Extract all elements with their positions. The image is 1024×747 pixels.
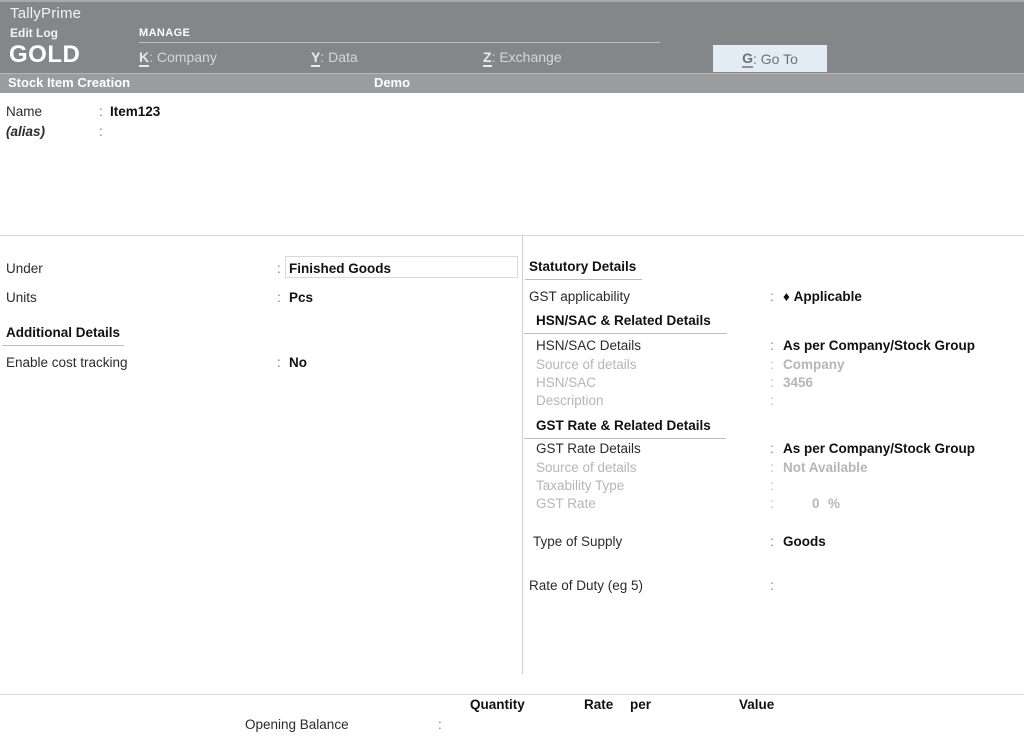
menu-group-manage: MANAGE <box>139 27 190 39</box>
menu-hotkey-z: Z <box>483 49 492 67</box>
additional-details-header: Additional Details <box>6 325 120 340</box>
hsn-code-colon: : <box>770 375 774 390</box>
statutory-details-header: Statutory Details <box>529 259 636 274</box>
rate-of-duty-label: Rate of Duty (eg 5) <box>529 578 643 593</box>
rate-of-duty-colon: : <box>770 578 774 593</box>
gst-applicability-text: Applicable <box>794 289 862 304</box>
gst-rate-source-label: Source of details <box>536 460 637 475</box>
hsn-description-colon: : <box>770 393 774 408</box>
taxability-type-colon: : <box>770 478 774 493</box>
gst-rate-section-underline <box>524 438 726 439</box>
hsn-code-label: HSN/SAC <box>536 375 596 390</box>
hsn-description-label: Description <box>536 393 604 408</box>
column-header-per: per <box>630 697 651 712</box>
menu-sep-k: : <box>149 49 153 65</box>
menu-item-exchange[interactable]: Z: Exchange <box>483 49 562 65</box>
cost-tracking-label: Enable cost tracking <box>6 355 128 370</box>
type-of-supply-value[interactable]: Goods <box>783 534 826 549</box>
pane-vertical-divider <box>522 235 523 674</box>
under-field-colon: : <box>277 261 281 276</box>
opening-balance-label: Opening Balance <box>245 717 349 732</box>
menu-hotkey-y: Y <box>311 49 320 67</box>
opening-balance-colon: : <box>438 717 442 732</box>
units-field-value[interactable]: Pcs <box>289 290 313 305</box>
hsn-code-value: 3456 <box>783 375 813 390</box>
gst-applicability-value[interactable]: ♦ Applicable <box>783 289 862 304</box>
license-label: GOLD <box>9 43 80 67</box>
hsn-source-label: Source of details <box>536 357 637 372</box>
menu-item-data[interactable]: Y: Data <box>311 49 358 65</box>
alias-field-colon: : <box>99 124 103 139</box>
gst-rate-details-colon: : <box>770 441 774 456</box>
name-field-label: Name <box>6 104 42 119</box>
menu-item-company[interactable]: K: Company <box>139 49 217 65</box>
goto-sep: : <box>753 51 757 67</box>
menu-label-company: Company <box>157 49 217 65</box>
hsn-details-colon: : <box>770 338 774 353</box>
screen-title-bar: Stock Item Creation Demo <box>0 73 1024 93</box>
goto-label: Go To <box>761 51 798 67</box>
name-field-colon: : <box>99 104 103 119</box>
hsn-sac-section-header: HSN/SAC & Related Details <box>536 313 711 328</box>
menu-group-underline <box>139 42 660 43</box>
gst-rate-details-label: GST Rate Details <box>536 441 641 456</box>
tallyprime-window: TallyPrime Edit Log GOLD MANAGE K: Compa… <box>0 0 1024 747</box>
gst-applicability-colon: : <box>770 289 774 304</box>
edition-label: Edit Log <box>10 26 58 40</box>
alias-field-label: (alias) <box>6 124 45 139</box>
column-header-quantity: Quantity <box>470 697 525 712</box>
under-field-value[interactable]: Finished Goods <box>289 261 391 276</box>
company-name-label: Demo <box>0 75 1024 90</box>
gst-rate-details-value[interactable]: As per Company/Stock Group <box>783 441 975 456</box>
menu-hotkey-k: K <box>139 49 149 67</box>
name-field-input[interactable]: Item123 <box>110 104 160 119</box>
bottom-separator-line <box>0 694 1024 695</box>
type-of-supply-label: Type of Supply <box>533 534 622 549</box>
hsn-source-colon: : <box>770 357 774 372</box>
gst-rate-section-header: GST Rate & Related Details <box>536 418 711 433</box>
column-header-value: Value <box>739 697 774 712</box>
gst-rate-source-value: Not Available <box>783 460 868 475</box>
menu-sep-y: : <box>320 49 324 65</box>
menu-sep-z: : <box>492 49 496 65</box>
top-header-bar: TallyPrime Edit Log GOLD MANAGE K: Compa… <box>0 0 1024 73</box>
hsn-details-label: HSN/SAC Details <box>536 338 641 353</box>
units-field-colon: : <box>277 290 281 305</box>
column-header-rate: Rate <box>584 697 613 712</box>
go-to-button[interactable]: G: Go To <box>713 45 827 72</box>
main-separator-line <box>0 235 1024 236</box>
under-field-label: Under <box>6 261 43 276</box>
menu-label-data: Data <box>328 49 358 65</box>
form-body: Name : Item123 (alias) : Under : Finishe… <box>0 93 1024 747</box>
type-of-supply-colon: : <box>770 534 774 549</box>
additional-details-underline <box>2 345 124 346</box>
goto-hotkey-g: G <box>742 50 753 68</box>
menu-label-exchange: Exchange <box>499 49 561 65</box>
product-name: TallyPrime <box>10 5 81 22</box>
gst-rate-source-colon: : <box>770 460 774 475</box>
gst-rate-unit: % <box>828 496 840 511</box>
taxability-type-label: Taxability Type <box>536 478 624 493</box>
gst-rate-colon: : <box>770 496 774 511</box>
gst-applicability-label: GST applicability <box>529 289 630 304</box>
statutory-details-underline <box>525 279 642 280</box>
cost-tracking-value[interactable]: No <box>289 355 307 370</box>
hsn-sac-section-underline <box>524 333 727 334</box>
hsn-details-value[interactable]: As per Company/Stock Group <box>783 338 975 353</box>
gst-rate-value: 0 <box>812 496 820 511</box>
gst-rate-label: GST Rate <box>536 496 596 511</box>
hsn-source-value: Company <box>783 357 845 372</box>
units-field-label: Units <box>6 290 37 305</box>
cost-tracking-colon: : <box>277 355 281 370</box>
diamond-bullet-icon: ♦ <box>783 289 790 304</box>
